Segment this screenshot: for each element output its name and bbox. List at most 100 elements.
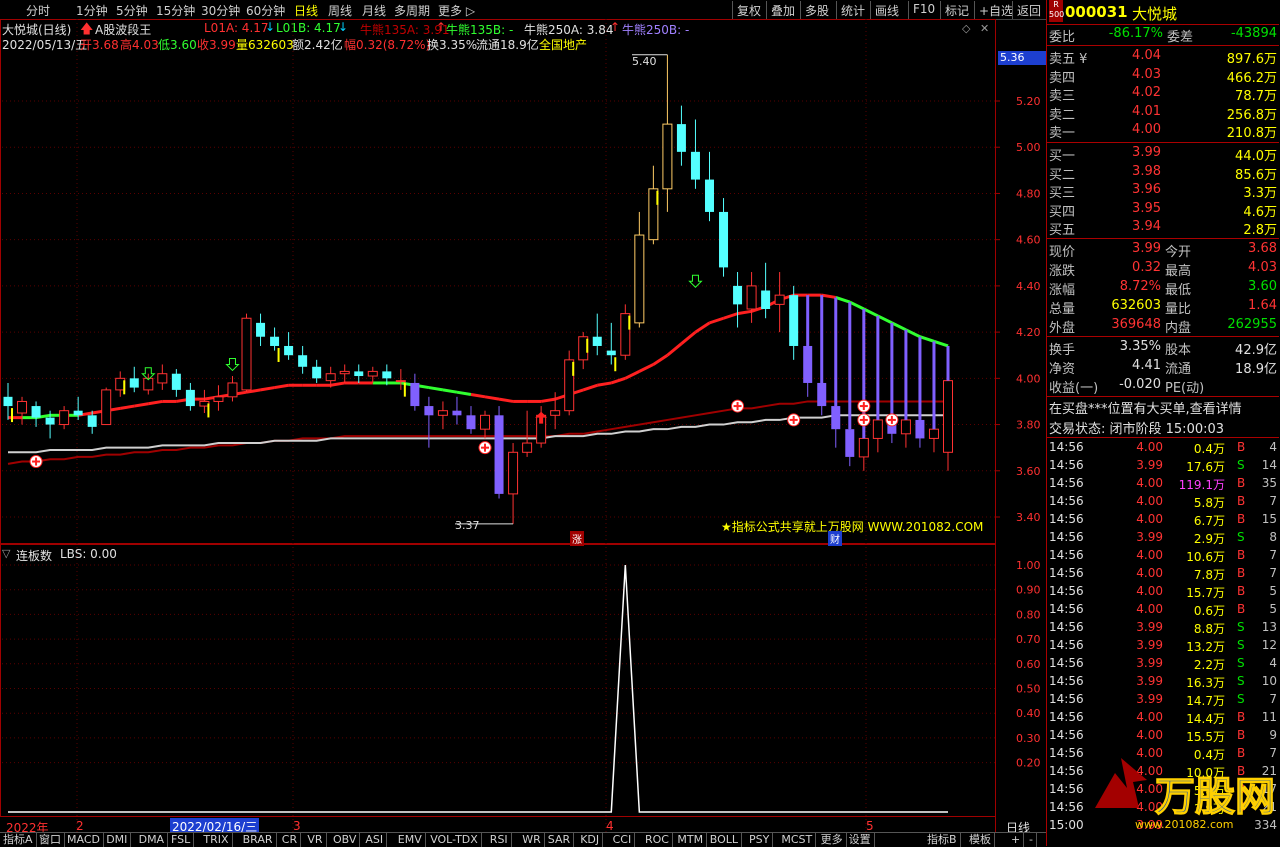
ma-short-segment xyxy=(919,335,935,343)
price-axis-label: 3.80 xyxy=(1016,419,1041,432)
indicator-tab-13[interactable]: VOL-TDX xyxy=(427,833,482,847)
lbs-axis-label: 0.40 xyxy=(1016,707,1041,720)
indicator-tab-0[interactable]: 指标A xyxy=(0,833,37,847)
toolbar-btn-8[interactable]: 返回 xyxy=(1012,1,1045,19)
zoom-out-button[interactable]: - xyxy=(1026,833,1037,847)
indicator-tab-22[interactable]: PSY xyxy=(746,833,774,847)
lbs-axis-label: 0.20 xyxy=(1016,757,1041,770)
tick-row: 14:56 4.00 10.6万 B 7 xyxy=(1049,548,1277,564)
indicator-tab-7[interactable]: BRAR xyxy=(240,833,277,847)
bid-row[interactable]: 买五 3.94 2.8万 xyxy=(1047,219,1279,238)
price-axis: 5.20 5.00 4.80 4.60 4.40 4.20 4.00 3.80 3.60 3.40 xyxy=(995,95,1041,524)
indicator-tab-25[interactable]: 设置 xyxy=(846,833,875,847)
candle-body xyxy=(662,123,673,190)
indicator-tab-18[interactable]: CCI xyxy=(610,833,636,847)
period-9[interactable]: 多周期 xyxy=(394,2,430,19)
tick-row: 14:56 4.00 15.7万 B 5 xyxy=(1049,584,1277,600)
ask-row[interactable]: 卖二 4.01 256.8万 xyxy=(1047,104,1279,123)
tick-row: 14:56 3.99 2.9万 S 8 xyxy=(1049,530,1277,546)
big-order-notice[interactable]: 在买盘***位置有大买单,查看详情 xyxy=(1049,398,1242,417)
ask-row[interactable]: 卖四 4.03 466.2万 xyxy=(1047,67,1279,86)
bid-row[interactable]: 买三 3.96 3.3万 xyxy=(1047,182,1279,201)
price-axis-label: 3.40 xyxy=(1016,511,1041,524)
indicator-tab-9[interactable]: VR xyxy=(304,833,327,847)
x-label-feb: 2 xyxy=(76,819,84,833)
period-2[interactable]: 5分钟 xyxy=(116,2,148,19)
collapse-icon[interactable]: ▽ xyxy=(2,547,10,560)
toolbar-btn-2[interactable]: 多股 xyxy=(800,1,833,19)
indicator-tab-24[interactable]: 更多 xyxy=(818,833,847,847)
period-1[interactable]: 1分钟 xyxy=(76,2,108,19)
indicator-tab-15[interactable]: WR xyxy=(519,833,545,847)
yellow-bar xyxy=(586,338,589,353)
indicator-tab-11[interactable]: ASI xyxy=(362,833,388,847)
toolbar-btn-5[interactable]: F10 xyxy=(908,1,939,19)
indicator-tab-23[interactable]: MCST xyxy=(778,833,817,847)
candle-body xyxy=(550,410,561,416)
period-8[interactable]: 月线 xyxy=(362,2,386,19)
indicator-tab-1[interactable]: 窗口 xyxy=(36,833,65,847)
indicator-tab-12[interactable]: EMV xyxy=(395,833,426,847)
price-axis-label: 5.20 xyxy=(1016,95,1041,108)
candle-body xyxy=(831,406,841,430)
indicator-tab-3[interactable]: DMI xyxy=(103,833,132,847)
indicator-tab-8[interactable]: CR xyxy=(279,833,302,847)
period-7[interactable]: 周线 xyxy=(328,2,352,19)
period-6[interactable]: 日线 xyxy=(294,2,318,19)
stock-name: 大悦城 xyxy=(1132,5,1178,23)
indicator-tab-10[interactable]: OBV xyxy=(330,833,361,847)
indicator-tab-21[interactable]: BOLL xyxy=(707,833,743,847)
indicator-tab-20[interactable]: MTM xyxy=(674,833,708,847)
toolbar-btn-4[interactable]: 画线 xyxy=(870,1,903,19)
period-0[interactable]: 分时 xyxy=(26,2,50,19)
indicator-tab-6[interactable]: TRIX xyxy=(200,833,233,847)
yellow-bar xyxy=(614,357,617,372)
ma-short-segment xyxy=(877,314,893,325)
right-tab-0[interactable]: 指标B xyxy=(924,833,961,847)
indicator-tab-16[interactable]: SAR xyxy=(545,833,575,847)
right-tab-1[interactable]: 模板 xyxy=(966,833,995,847)
indicator-tab-17[interactable]: KDJ xyxy=(577,833,604,847)
tick-row: 14:56 3.99 2.2万 S 4 xyxy=(1049,656,1277,672)
candle-body xyxy=(789,295,799,346)
candle-body xyxy=(774,294,785,305)
candle-body xyxy=(339,370,350,375)
candle-body xyxy=(915,419,925,439)
indicator-tab-19[interactable]: ROC xyxy=(642,833,673,847)
stock-code: 000031 xyxy=(1065,3,1128,21)
period-4[interactable]: 30分钟 xyxy=(201,2,240,19)
ask-row[interactable]: 卖一 4.00 210.8万 xyxy=(1047,122,1279,141)
stat2-row: 收益(一) -0.020 PE(动) xyxy=(1049,377,1205,396)
candle-body xyxy=(185,389,195,407)
yellow-bar xyxy=(123,380,126,395)
period-3[interactable]: 15分钟 xyxy=(156,2,195,19)
indicator-tab-4[interactable]: DMA xyxy=(136,833,169,847)
toolbar-btn-1[interactable]: 叠加 xyxy=(766,1,799,19)
zoom-in-button[interactable]: + xyxy=(1008,833,1025,847)
candle-body xyxy=(928,428,939,439)
candle-body xyxy=(845,429,855,457)
indicator-tab-14[interactable]: RSI xyxy=(487,833,512,847)
toolbar-btn-3[interactable]: 统计 xyxy=(836,1,869,19)
sell-arrow-icon xyxy=(688,274,703,288)
ma-short-segment xyxy=(274,383,289,390)
ask-row[interactable]: 卖五 ¥4.04 897.6万 xyxy=(1047,48,1279,67)
kline-chart[interactable]: 1.00 0.90 0.80 0.70 0.60 0.50 0.40 0.30 0.20 5.2… xyxy=(0,19,1046,832)
candle-body xyxy=(256,322,266,337)
toolbar-btn-6[interactable]: 标记 xyxy=(940,1,973,19)
tick-row: 14:56 4.00 10.0万 B 21 xyxy=(1049,764,1277,780)
indicator-tab-5[interactable]: FSL xyxy=(168,833,195,847)
bid-row[interactable]: 买四 3.95 4.6万 xyxy=(1047,201,1279,220)
price-axis-label: 4.60 xyxy=(1016,234,1041,247)
period-5[interactable]: 60分钟 xyxy=(246,2,285,19)
toolbar-btn-7[interactable]: +自选 xyxy=(974,1,1017,19)
bid-row[interactable]: 买一 3.99 44.0万 xyxy=(1047,145,1279,164)
toolbar-btn-0[interactable]: 复权 xyxy=(732,1,765,19)
period-10[interactable]: 更多 ▷ xyxy=(438,2,475,19)
candle-body xyxy=(312,366,322,379)
ask-row[interactable]: 卖三 4.02 78.7万 xyxy=(1047,85,1279,104)
bid-row[interactable]: 买二 3.98 85.6万 xyxy=(1047,164,1279,183)
candles xyxy=(3,54,953,525)
indicator-tab-2[interactable]: MACD xyxy=(64,833,104,847)
period-toolbar: 分时 1分钟 5分钟 15分钟 30分钟 60分钟 日线 周线 月线 多周期 更多 ▷ 复权 叠加 多股统… xyxy=(0,0,1046,20)
